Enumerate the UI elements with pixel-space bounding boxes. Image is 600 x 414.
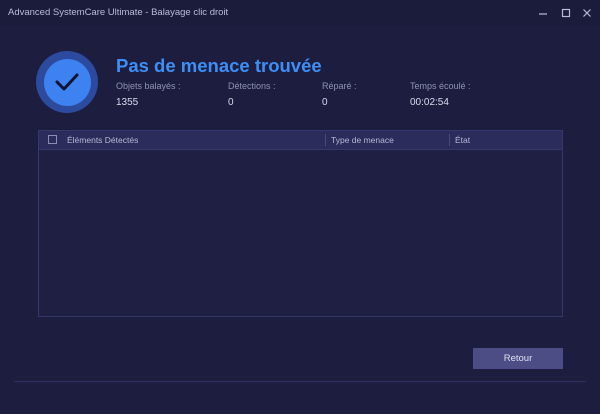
column-header-threat-type[interactable]: Type de menace [331, 135, 394, 145]
check-icon [43, 58, 91, 106]
stat-scanned-objects: Objets balayés : 1355 [116, 81, 181, 108]
window-title: Advanced SystemCare Ultimate - Balayage … [8, 7, 229, 18]
stat-elapsed-time: Temps écoulé : 00:02:54 [410, 81, 471, 108]
return-button[interactable]: Retour [473, 348, 563, 369]
column-divider[interactable] [325, 134, 326, 146]
close-button[interactable] [578, 4, 596, 22]
minimize-icon [539, 13, 547, 15]
column-header-items[interactable]: Éléments Détectés [67, 135, 138, 145]
stat-value: 00:02:54 [410, 97, 449, 108]
title-bar: Advanced SystemCare Ultimate - Balayage … [0, 0, 600, 26]
stat-value: 0 [228, 97, 234, 108]
maximize-icon [561, 8, 571, 18]
maximize-button[interactable] [557, 4, 575, 22]
result-headline: Pas de menace trouvée [116, 55, 322, 76]
app-window: Advanced SystemCare Ultimate - Balayage … [0, 0, 600, 414]
column-header-state[interactable]: État [455, 135, 470, 145]
table-header: Éléments Détectés Type de menace État [39, 131, 562, 150]
stat-repaired: Réparé : 0 [322, 81, 357, 108]
footer-divider [14, 381, 586, 382]
minimize-button[interactable] [534, 4, 552, 22]
stat-label: Détections : [228, 81, 276, 91]
stat-label: Objets balayés : [116, 81, 181, 91]
select-all-checkbox[interactable] [48, 135, 57, 144]
close-icon [583, 9, 591, 17]
stat-value: 1355 [116, 97, 139, 108]
status-badge [36, 51, 98, 113]
detections-table: Éléments Détectés Type de menace État [38, 130, 563, 317]
stat-value: 0 [322, 97, 328, 108]
stat-label: Temps écoulé : [410, 81, 471, 91]
column-divider[interactable] [449, 134, 450, 146]
stat-label: Réparé : [322, 81, 357, 91]
stat-detections: Détections : 0 [228, 81, 276, 108]
